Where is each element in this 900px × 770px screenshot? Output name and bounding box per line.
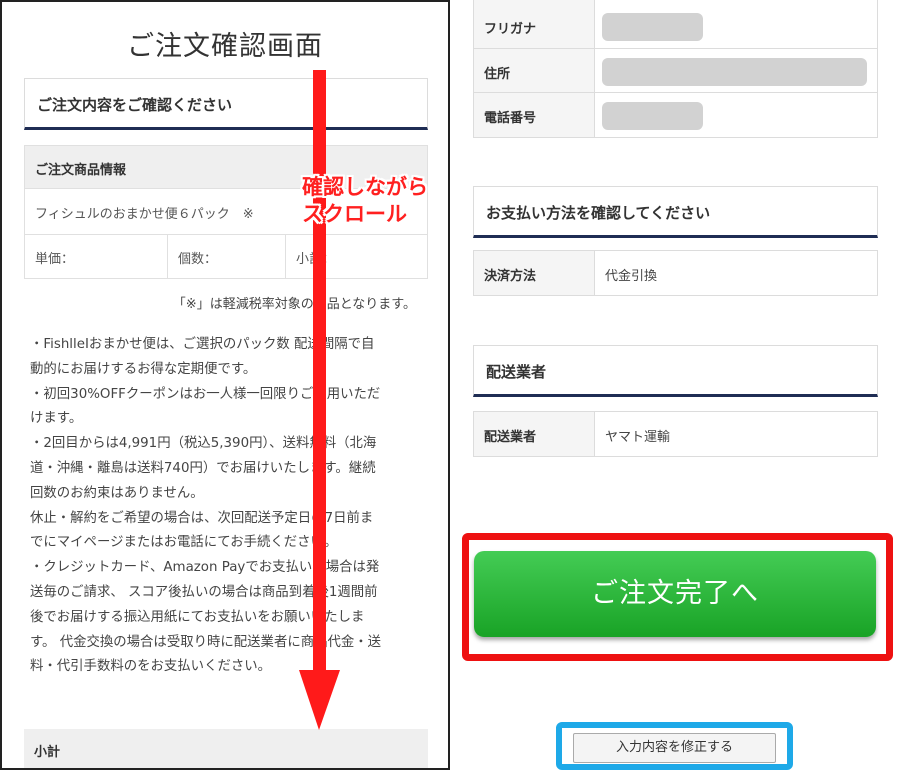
- quantity-label: 個数：: [168, 235, 286, 278]
- table-row: フリガナ: [474, 4, 877, 49]
- complete-order-button[interactable]: ご注文完了へ: [474, 551, 876, 637]
- address-label: 住所: [474, 49, 595, 92]
- product-info-header-label: ご注文商品情報: [35, 163, 127, 178]
- description-line: ・クレジットカード、Amazon Payでお支払いの場合は発: [30, 560, 380, 576]
- customer-info-table: フリガナ 住所 電話番号: [473, 0, 878, 138]
- description-line: 休止・解約をご希望の場合は、次回配送予定日の7日前ま: [30, 510, 374, 526]
- price-row: 単価： 個数： 小計：: [24, 235, 428, 279]
- table-row: 電話番号: [474, 93, 877, 137]
- redacted-text: [602, 58, 867, 86]
- description-line: でにマイページまたはお電話にてお手続ください。: [30, 535, 338, 551]
- phone-value: [595, 93, 877, 137]
- table-row: 住所: [474, 49, 877, 93]
- scroll-annotation: 確認しながら スクロール: [302, 174, 448, 228]
- order-content-section-header: ご注文内容をご確認ください: [24, 78, 428, 130]
- description-line: 料・代引手数料のをお支払いください。: [30, 659, 272, 675]
- description-line: ・FishlleIおまかせ便は、ご選択のパック数 配送間隔で自: [30, 337, 375, 352]
- carrier-value: ヤマト運輸: [595, 412, 877, 456]
- furigana-label: フリガナ: [474, 4, 595, 48]
- carrier-section-title: 配送業者: [486, 363, 547, 381]
- description-line: 送毎のご請求、 スコア後払いの場合は商品到着後1週間前: [30, 584, 378, 600]
- redacted-text: [602, 102, 703, 130]
- payment-section-header: お支払い方法を確認してください: [473, 186, 878, 238]
- payment-table: 決済方法 代金引換: [473, 250, 878, 296]
- description-line: 後でお届けする振込用紙にてお支払いをお願いいたしま: [30, 609, 365, 625]
- unit-price-label: 単価：: [25, 235, 168, 278]
- carrier-section-header: 配送業者: [473, 345, 878, 397]
- tax-note: 「※」は軽減税率対象の商品となります。: [172, 297, 416, 312]
- payment-method-value: 代金引換: [595, 251, 877, 295]
- description-line: 回数のお約束はありません。: [30, 485, 204, 501]
- payment-method-label: 決済方法: [474, 251, 595, 295]
- scroll-annotation-line: 確認しながら: [302, 175, 428, 199]
- payment-section-title: お支払い方法を確認してください: [486, 204, 711, 222]
- description-line: す。 代金交換の場合は受取り時に配送業者に商品代金・送: [30, 634, 382, 650]
- description-line: ・初回30%OFFクーポンはお一人様一回限りご利用いただ: [30, 386, 381, 402]
- furigana-value: [595, 4, 877, 48]
- description-line: 動的にお届けするお得な定期便です。: [30, 361, 257, 377]
- page-title: ご注文確認画面: [127, 31, 323, 62]
- description-line: 道・沖縄・離島は送料740円）でお届けいたします。継続: [30, 460, 376, 476]
- subtotal-bar: 小計: [24, 729, 428, 768]
- section-title: ご注文内容をご確認ください: [37, 96, 233, 114]
- address-value: [595, 49, 877, 92]
- phone-label: 電話番号: [474, 93, 595, 137]
- carrier-label: 配送業者: [474, 412, 595, 456]
- edit-input-button[interactable]: 入力内容を修正する: [573, 733, 776, 763]
- redacted-text: [602, 13, 703, 41]
- item-subtotal-label: 小計：: [296, 252, 336, 267]
- table-row: 決済方法 代金引換: [474, 251, 877, 295]
- description-line: ・2回目からは4,991円（税込5,390円）、送料無料（北海: [30, 436, 377, 452]
- order-details-panel: ご注文確認画面 ご注文内容をご確認ください ご注文商品情報 フィシュルのおまかせ…: [0, 0, 450, 770]
- scroll-annotation-line: スクロール: [302, 202, 407, 226]
- subscription-description: ・FishlleIおまかせ便は、ご選択のパック数 配送間隔で自 動的にお届けする…: [30, 333, 420, 680]
- subtotal-label: 小計: [34, 745, 61, 760]
- carrier-table: 配送業者 ヤマト運輸: [473, 411, 878, 457]
- description-line: けます。: [30, 411, 83, 427]
- table-row: 配送業者 ヤマト運輸: [474, 412, 877, 456]
- product-name: フィシュルのおまかせ便６パック ※: [35, 207, 254, 222]
